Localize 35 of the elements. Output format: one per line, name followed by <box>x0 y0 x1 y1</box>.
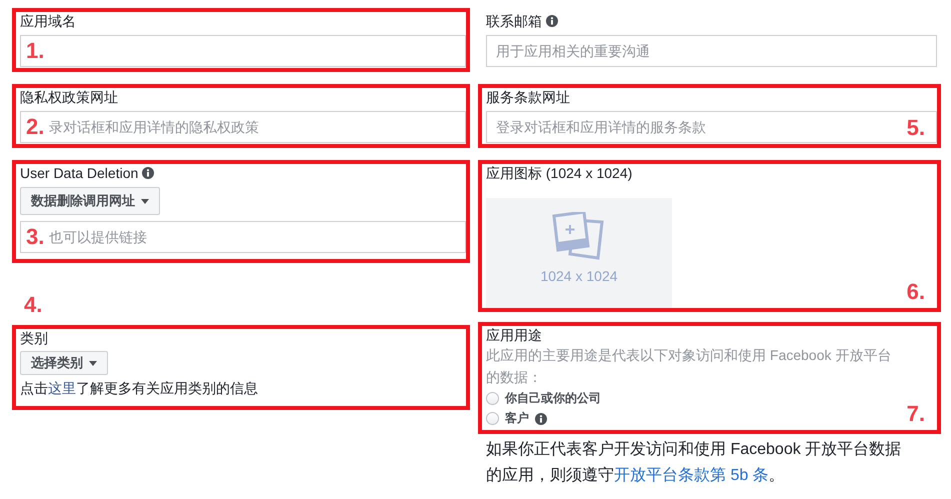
description-text: 此应用的主要用途是代表以下对象访问和使用 Facebook 开放平台的数据： <box>486 346 892 387</box>
dropdown-button[interactable]: 数据删除调用网址 <box>20 187 160 215</box>
option-label: 客户 <box>505 410 529 428</box>
field-label: 应用图标 (1024 x 1024) <box>486 164 632 182</box>
info-icon[interactable] <box>535 412 547 425</box>
input-field[interactable] <box>20 35 466 67</box>
help-text: 点击这里了解更多有关应用类别的信息 <box>20 379 259 398</box>
annotation-number: 2. <box>26 115 44 139</box>
dropdown-button[interactable]: 选择类别 <box>20 351 108 375</box>
field-label: User Data Deletion <box>20 164 138 182</box>
caret-icon <box>141 198 149 204</box>
annotation-number: 4. <box>24 293 42 317</box>
radio-button[interactable] <box>486 412 499 426</box>
field-label: 类别 <box>20 329 48 347</box>
annotation-number: 5. <box>906 116 925 140</box>
field-label: 应用用途 <box>486 326 542 344</box>
annotation-number: 6. <box>906 280 925 304</box>
annotation-number: 3. <box>26 225 44 249</box>
input-field[interactable]: 用于应用相关的重要沟通 <box>486 35 937 67</box>
info-icon[interactable] <box>142 167 154 179</box>
field-label: 隐私权政策网址 <box>20 88 118 106</box>
photos-icon <box>552 212 606 260</box>
option-label: 你自己或你的公司 <box>505 390 601 407</box>
caret-icon <box>89 360 97 366</box>
field-label: 联系邮箱 <box>486 12 542 30</box>
size-text: 1024 x 1024 <box>540 268 618 284</box>
help-link[interactable]: 这里 <box>48 380 76 396</box>
field-label: 应用域名 <box>20 12 76 30</box>
terms-note: 如果你正代表客户开发访问和使用 Facebook 开放平台数据的应用，则须遵守开放平台条款第 5b 条。 <box>486 440 902 486</box>
terms-link[interactable]: 开放平台条款第 5b 条 <box>614 467 769 484</box>
annotation-number: 1. <box>26 39 44 63</box>
info-icon[interactable] <box>546 15 558 27</box>
field-label: 服务条款网址 <box>486 88 570 106</box>
radio-button[interactable] <box>486 392 499 405</box>
annotation-number: 7. <box>906 402 925 426</box>
